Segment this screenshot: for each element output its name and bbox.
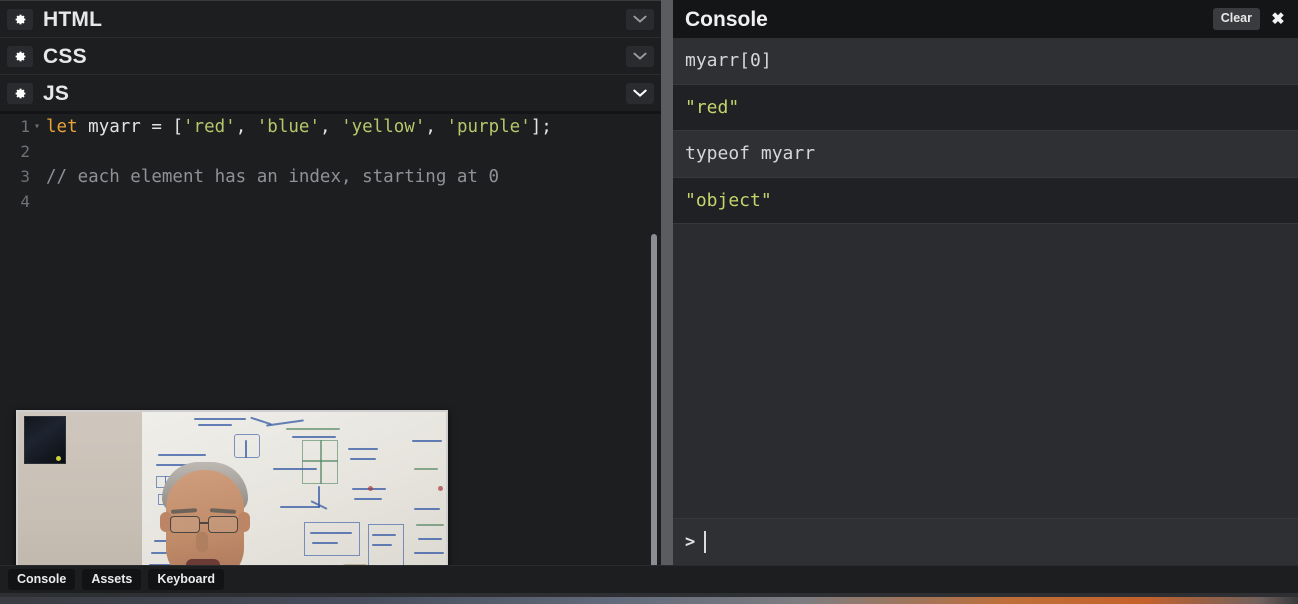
gear-icon[interactable] bbox=[7, 45, 33, 67]
bottom-toolbar: Console Assets Keyboard bbox=[0, 565, 1298, 593]
panel-label-html: HTML bbox=[43, 7, 103, 31]
code-line[interactable]: 3 // each element has an index, starting … bbox=[0, 164, 661, 189]
code-token-string: 'purple' bbox=[446, 116, 531, 137]
panel-header-css[interactable]: CSS bbox=[0, 37, 661, 74]
panel-label-css: CSS bbox=[43, 44, 87, 68]
sliver-gradient bbox=[0, 597, 1298, 604]
js-code-editor[interactable]: 1 ▾ let myarr = ['red', 'blue', 'yellow', … bbox=[0, 114, 661, 565]
webcam-video-overlay[interactable] bbox=[16, 410, 448, 565]
assets-button[interactable]: Assets bbox=[82, 568, 142, 591]
gear-icon[interactable] bbox=[7, 8, 33, 30]
keyboard-shortcuts-button[interactable]: Keyboard bbox=[148, 568, 224, 591]
console-input-caret bbox=[704, 531, 707, 553]
code-token-punct: ]; bbox=[530, 116, 552, 137]
console-toggle-button[interactable]: Console bbox=[8, 568, 76, 591]
code-text: // each element has an index, starting a… bbox=[46, 167, 499, 187]
code-line[interactable]: 2 bbox=[0, 139, 661, 164]
webcam-video-frame bbox=[18, 412, 446, 565]
line-number: 2 bbox=[20, 142, 30, 161]
fold-arrow-icon[interactable]: ▾ bbox=[30, 121, 44, 132]
console-entry-output[interactable]: "object" bbox=[673, 177, 1298, 224]
panel-header-js[interactable]: JS bbox=[0, 74, 661, 111]
code-token-punct: , bbox=[319, 116, 342, 137]
console-actions: Clear ✖ bbox=[1212, 7, 1290, 31]
code-token-string: 'red' bbox=[183, 116, 236, 137]
prompt-symbol: > bbox=[685, 532, 696, 552]
editor-column: HTML CSS JS 1 ▾ let myarr = ['red', 'blu… bbox=[0, 0, 661, 604]
console-header: Console Clear ✖ bbox=[673, 0, 1298, 38]
chevron-down-icon[interactable] bbox=[626, 46, 654, 67]
code-token-operator: = bbox=[140, 116, 173, 137]
code-token-punct: , bbox=[425, 116, 447, 137]
console-title: Console bbox=[685, 7, 768, 31]
console-entry-input[interactable]: myarr[0] bbox=[673, 38, 1298, 85]
pane-resize-divider[interactable] bbox=[661, 0, 673, 565]
code-line[interactable]: 4 bbox=[0, 189, 661, 214]
code-lines[interactable]: 1 ▾ let myarr = ['red', 'blue', 'yellow', … bbox=[0, 114, 661, 214]
line-number: 4 bbox=[20, 192, 30, 211]
console-pane: Console Clear ✖ myarr[0] "red" typeof myar… bbox=[673, 0, 1298, 565]
clear-console-button[interactable]: Clear bbox=[1212, 8, 1260, 30]
code-token-punct: , bbox=[235, 116, 257, 137]
console-entry-output[interactable]: "red" bbox=[673, 84, 1298, 131]
code-token-variable: myarr bbox=[88, 116, 141, 137]
close-icon[interactable]: ✖ bbox=[1266, 7, 1290, 31]
line-number: 1 bbox=[20, 117, 30, 136]
code-token-punct: [ bbox=[172, 116, 183, 137]
console-log[interactable]: myarr[0] "red" typeof myarr "object" bbox=[673, 38, 1298, 518]
editor-scrollbar-track[interactable] bbox=[647, 114, 661, 604]
page-content-sliver bbox=[0, 593, 1298, 604]
editor-scrollbar-thumb[interactable] bbox=[651, 234, 657, 604]
line-number: 3 bbox=[20, 167, 30, 186]
gear-icon[interactable] bbox=[7, 82, 33, 104]
code-text: let myarr = ['red', 'blue', 'yellow', 'p… bbox=[46, 117, 552, 137]
codepen-editor-window: HTML CSS JS 1 ▾ let myarr = ['red', 'blu… bbox=[0, 0, 1298, 604]
code-token-string: 'blue' bbox=[256, 116, 320, 137]
code-token-string: 'yellow' bbox=[341, 116, 426, 137]
chevron-down-icon[interactable] bbox=[626, 83, 654, 104]
panel-label-js: JS bbox=[43, 81, 70, 105]
console-entry-input[interactable]: typeof myarr bbox=[673, 131, 1298, 178]
panel-header-html[interactable]: HTML bbox=[0, 0, 661, 37]
console-input-row[interactable]: > bbox=[673, 518, 1298, 565]
chevron-down-icon[interactable] bbox=[626, 9, 654, 30]
code-token-keyword: let bbox=[46, 116, 89, 137]
code-line[interactable]: 1 ▾ let myarr = ['red', 'blue', 'yellow', … bbox=[0, 114, 661, 139]
code-token-comment: // each element has an index, starting a… bbox=[46, 166, 500, 187]
